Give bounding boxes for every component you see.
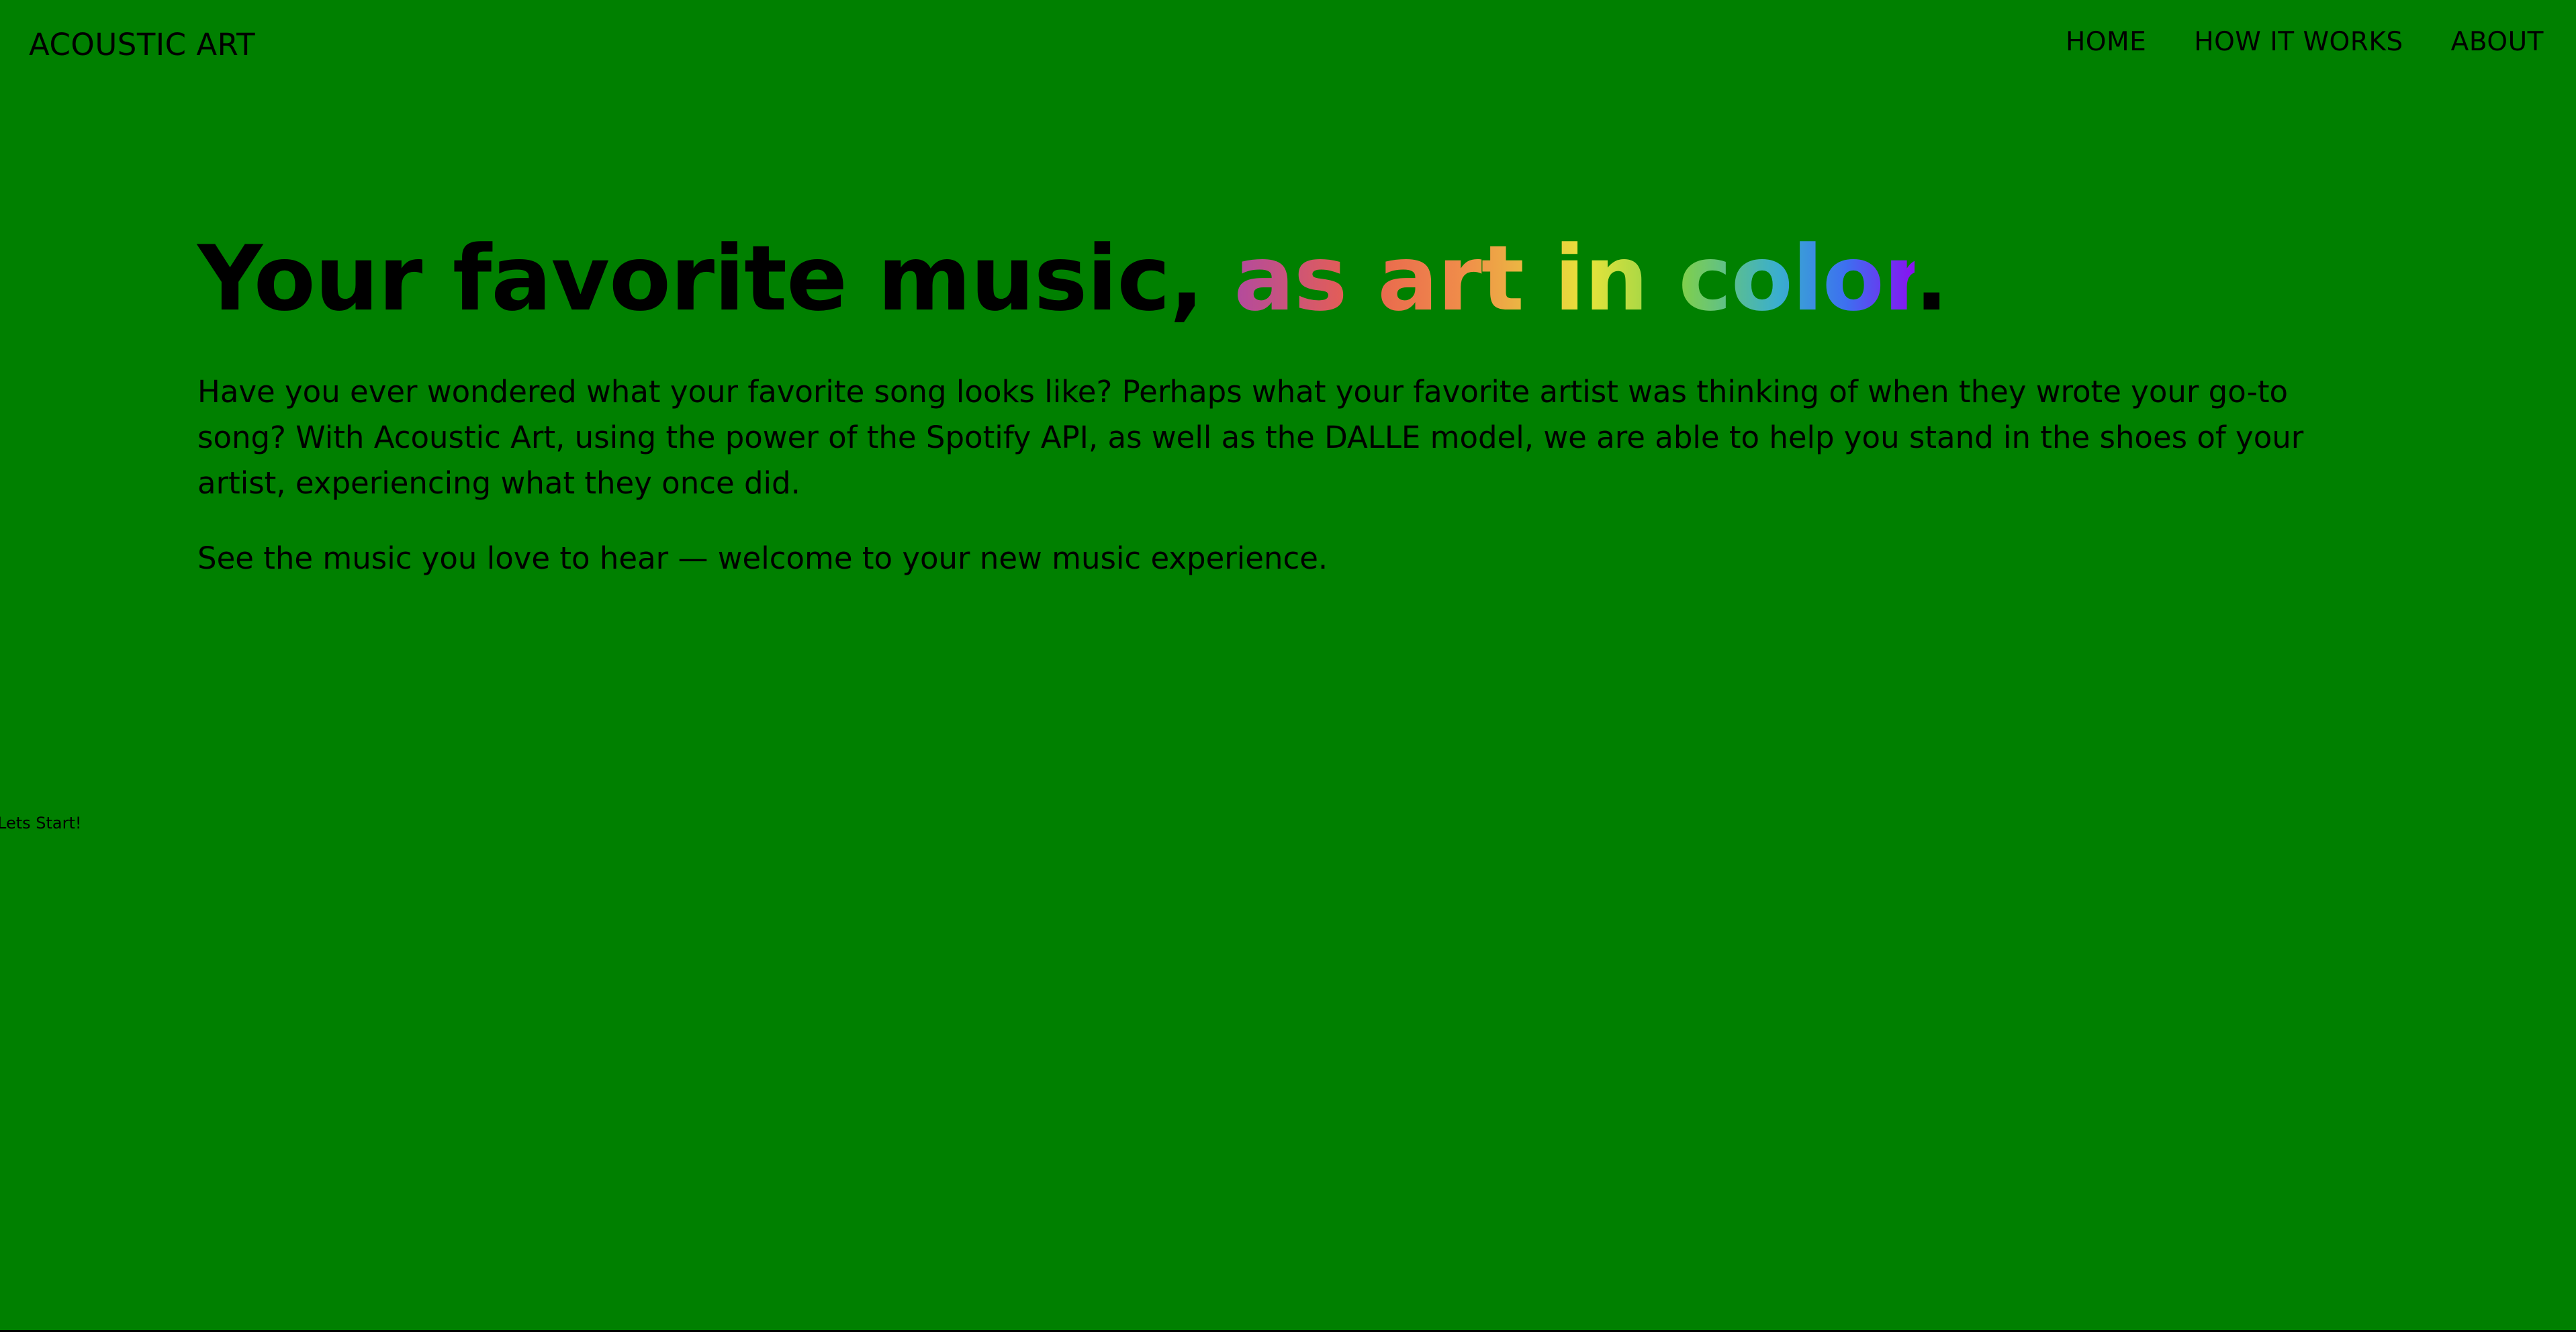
hero-section: Your favorite music, as art in color. Ha… [197,222,2413,581]
nav-about[interactable]: ABOUT [2451,27,2544,57]
headline-gradient-text: as art in color [1234,226,1915,331]
nav-home[interactable]: HOME [2066,27,2146,57]
page: ACOUSTIC ART HOME HOW IT WORKS ABOUT You… [0,0,2576,1330]
hero-description: Have you ever wondered what your favorit… [197,374,2304,501]
brand-logo[interactable]: ACOUSTIC ART [29,27,255,62]
hero-headline: Your favorite music, as art in color. [197,222,2413,336]
nav-how-it-works[interactable]: HOW IT WORKS [2194,27,2403,57]
top-nav: HOME HOW IT WORKS ABOUT [2066,27,2544,57]
headline-lead: Your favorite music, [197,226,1234,331]
headline-period: . [1914,226,1949,331]
lets-start-button[interactable]: Lets Start! [0,814,82,832]
hero-tagline: See the music you love to hear — welcome… [197,540,1328,576]
